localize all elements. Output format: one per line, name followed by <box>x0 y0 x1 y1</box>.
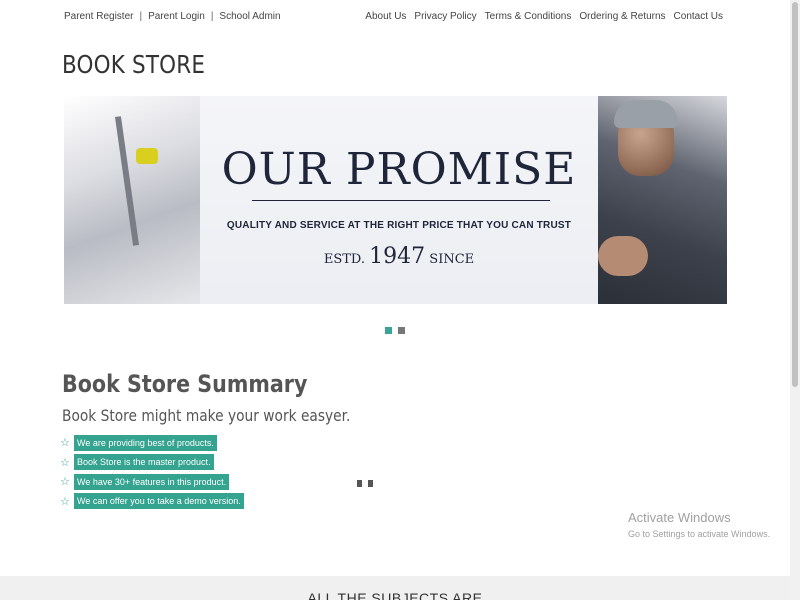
scrollbar-thumb[interactable] <box>792 2 798 387</box>
slider-pagination <box>385 327 405 334</box>
loading-indicator <box>357 480 373 487</box>
subjects-heading: ALL THE SUBJECTS ARE <box>307 590 483 600</box>
parent-register-link[interactable]: Parent Register <box>64 11 133 22</box>
feature-badge: We can offer you to take a demo version. <box>74 493 244 510</box>
banner-title: OUR PROMISE <box>221 144 577 195</box>
privacy-policy-link[interactable]: Privacy Policy <box>414 11 476 22</box>
about-us-link[interactable]: About Us <box>365 11 406 22</box>
estd-prefix: ESTD. <box>323 252 366 267</box>
link-separator: | <box>210 11 214 22</box>
slider-dot-1[interactable] <box>385 327 392 334</box>
loader-bar <box>357 480 362 487</box>
fluid-cap <box>136 148 158 164</box>
subjects-section: ALL THE SUBJECTS ARE <box>0 576 790 600</box>
summary-heading: Book Store Summary <box>62 370 308 398</box>
terms-conditions-link[interactable]: Terms & Conditions <box>485 11 572 22</box>
banner-divider <box>252 200 550 201</box>
mechanic-hair <box>614 100 678 128</box>
activate-windows-watermark: Activate Windows Go to Settings to activ… <box>628 510 770 539</box>
hero-banner-slide[interactable]: OUR PROMISE QUALITY AND SERVICE AT THE R… <box>64 96 727 304</box>
list-item: ☆ Book Store is the master product. <box>60 453 244 473</box>
loader-bar <box>368 480 373 487</box>
parent-login-link[interactable]: Parent Login <box>148 11 205 22</box>
page-scrollbar[interactable] <box>790 0 800 600</box>
engine-photo <box>64 96 200 304</box>
link-separator: | <box>139 11 143 22</box>
star-outline-icon: ☆ <box>60 437 70 450</box>
star-outline-icon: ☆ <box>60 456 70 469</box>
watermark-title: Activate Windows <box>628 510 731 525</box>
summary-subheading: Book Store might make your work easyer. <box>62 406 351 425</box>
contact-us-link[interactable]: Contact Us <box>674 11 723 22</box>
ordering-returns-link[interactable]: Ordering & Returns <box>579 11 665 22</box>
watermark-subtitle: Go to Settings to activate Windows. <box>628 529 771 539</box>
slider-dot-2[interactable] <box>398 327 405 334</box>
feature-badge: We have 30+ features in this product. <box>74 473 230 490</box>
star-outline-icon: ☆ <box>60 495 70 508</box>
star-outline-icon: ☆ <box>60 476 70 489</box>
hood-prop-rod <box>114 116 140 246</box>
site-title[interactable]: BOOK STORE <box>62 50 205 79</box>
banner-subtitle: QUALITY AND SERVICE AT THE RIGHT PRICE T… <box>226 220 572 231</box>
info-links: About Us Privacy Policy Terms & Conditio… <box>365 11 723 22</box>
list-item: ☆ We can offer you to take a demo versio… <box>60 492 244 512</box>
banner-text-panel: OUR PROMISE QUALITY AND SERVICE AT THE R… <box>200 96 598 304</box>
account-links: Parent Register | Parent Login | School … <box>64 11 281 22</box>
top-navigation-bar: Parent Register | Parent Login | School … <box>0 0 790 34</box>
mechanic-photo <box>598 96 727 304</box>
school-admin-link[interactable]: School Admin <box>219 11 280 22</box>
banner-established: ESTD. 1947 SINCE <box>200 244 598 269</box>
estd-suffix: SINCE <box>429 252 475 267</box>
feature-badge: We are providing best of products. <box>74 434 217 451</box>
estd-year: 1947 <box>369 244 426 269</box>
list-item: ☆ We have 30+ features in this product. <box>60 472 244 492</box>
mechanic-hand <box>598 236 648 276</box>
feature-list: ☆ We are providing best of products. ☆ B… <box>60 433 244 511</box>
feature-badge: Book Store is the master product. <box>74 454 214 471</box>
list-item: ☆ We are providing best of products. <box>60 433 244 453</box>
